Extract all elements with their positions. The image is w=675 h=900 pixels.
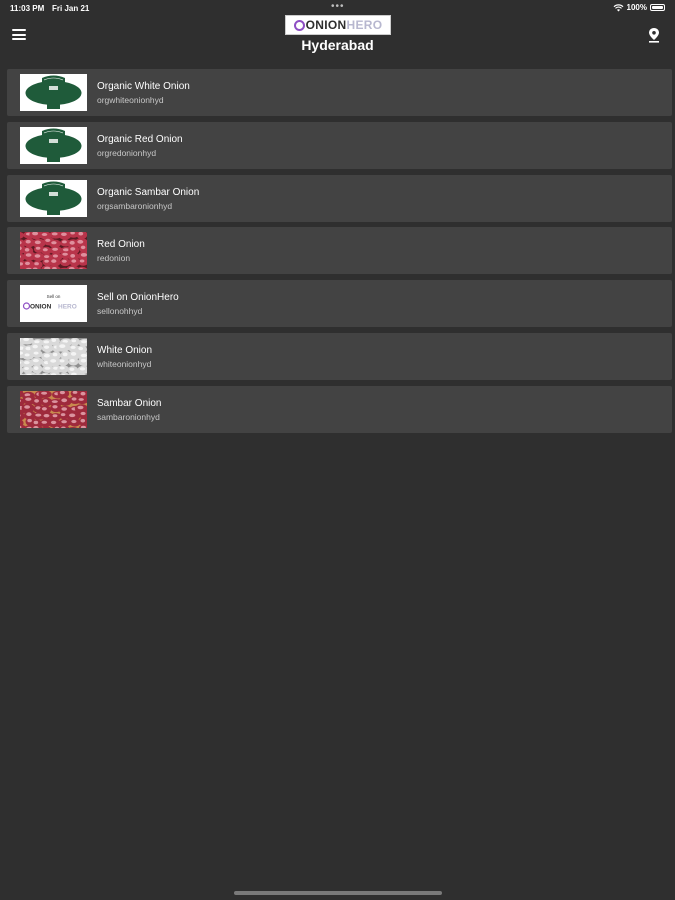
item-subtitle: orgwhiteonionhyd [97,95,164,105]
item-title: Red Onion [97,239,145,251]
item-title: Organic Sambar Onion [97,186,200,198]
battery-percent: 100% [626,3,647,12]
product-thumbnail [20,179,87,217]
svg-text:Sell on: Sell on [47,294,61,299]
app-screen: 11:03 PM Fri Jan 21 ••• 100% ONION HERO … [0,0,675,900]
list-item[interactable]: Red Onion redonion [7,227,672,275]
product-thumbnail [20,126,87,164]
wifi-icon [613,3,623,12]
product-thumbnail [20,337,87,375]
onion-ring-icon [293,19,305,31]
item-subtitle: orgredonionhyd [97,147,157,158]
product-thumbnail [20,232,87,270]
item-subtitle: sambaronionhyd [97,411,160,422]
status-time: 11:03 PM [10,4,45,13]
city-title: Hyderabad [301,37,374,53]
product-thumbnail [20,390,87,428]
svg-text:HERO: HERO [58,304,77,311]
list-item[interactable]: Organic Red Onion orgredonionhyd [7,121,672,169]
product-thumbnail: Sell on ONION HERO [20,285,87,323]
item-title: White Onion [97,344,153,356]
product-thumbnail [20,74,87,111]
item-title: Organic Red Onion [97,133,183,145]
item-subtitle: redonion [97,253,131,264]
logo-hero-text: HERO [346,18,383,32]
logo-onion-text: ONION [305,18,347,32]
svg-text:ONION: ONION [30,304,52,311]
onionhero-logo: ONION HERO [285,15,391,35]
list-item[interactable]: Organic White Onion orgwhiteonionhyd [7,69,672,116]
app-header: 11:03 PM Fri Jan 21 ••• 100% ONION HERO … [0,0,675,56]
home-indicator[interactable] [234,891,442,895]
location-pin-icon[interactable] [647,27,661,43]
list-item[interactable]: Organic Sambar Onion orgsambaronionhyd [7,174,672,222]
item-title: Organic White Onion [97,81,190,92]
multitasking-dots-icon[interactable]: ••• [331,1,345,12]
item-subtitle: whiteonionhyd [97,358,152,369]
item-title: Sambar Onion [97,397,162,409]
battery-icon [650,4,665,11]
list-item[interactable]: Sell on ONION HERO Sell on OnionHero sellono… [7,280,672,328]
item-subtitle: sellonohhyd [97,306,143,317]
status-date: Fri Jan 21 [52,4,90,13]
status-bar: 11:03 PM Fri Jan 21 ••• 100% [0,0,675,16]
item-subtitle: orgsambaronionhyd [97,200,173,211]
product-list: Organic White Onion orgwhiteonionhyd Organ… [7,69,672,439]
list-item[interactable]: White Onion whiteonionhyd [7,332,672,380]
item-title: Sell on OnionHero [97,292,179,304]
status-right: 100% [613,3,665,12]
list-item[interactable]: Sambar Onion sambaronionhyd [7,385,672,433]
